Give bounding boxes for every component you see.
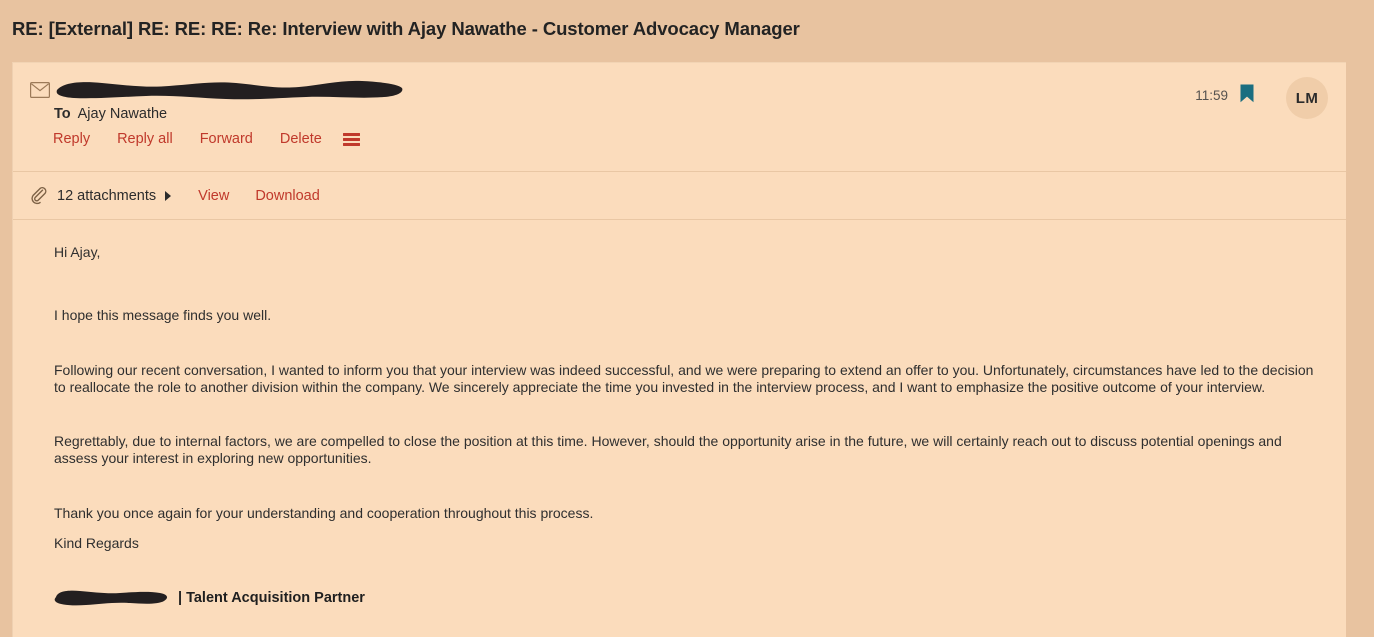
- signature-role: | Talent Acquisition Partner: [178, 589, 365, 606]
- attachment-bar: 12 attachments View Download: [13, 172, 1346, 220]
- triangle-right-icon[interactable]: [165, 190, 172, 201]
- body-paragraph-3: Regrettably, due to internal factors, we…: [54, 433, 1282, 466]
- body-paragraph-4: Thank you once again for your understand…: [54, 505, 594, 521]
- avatar[interactable]: LM: [1286, 77, 1328, 119]
- envelope-icon: [30, 82, 50, 98]
- reading-pane: To Ajay Nawathe Reply Reply all Forward D…: [12, 62, 1346, 637]
- reply-all-link[interactable]: Reply all: [117, 131, 187, 147]
- page-title: RE: [External] RE: RE: RE: Re: Interview…: [12, 18, 800, 39]
- body-paragraph-1: I hope this message finds you well.: [54, 307, 272, 323]
- message-actions: Reply Reply all Forward Delete: [53, 131, 360, 147]
- subject-bar: RE: [External] RE: RE: RE: Re: Interview…: [0, 0, 1374, 58]
- recipient-line: To Ajay Nawathe: [54, 106, 167, 122]
- signature-name-redaction: [54, 590, 168, 606]
- reply-link[interactable]: Reply: [53, 131, 104, 147]
- attachment-view-link[interactable]: View: [198, 188, 229, 204]
- avatar-initials: LM: [1295, 89, 1319, 107]
- body-sign-off: Kind Regards: [54, 535, 139, 551]
- bookmark-flag-icon[interactable]: [1240, 84, 1254, 103]
- delete-link[interactable]: Delete: [280, 131, 336, 147]
- to-recipient: Ajay Nawathe: [77, 106, 168, 122]
- body-greeting: Hi Ajay,: [54, 244, 101, 260]
- attachment-count-label: 12 attachments: [57, 187, 157, 204]
- message-timestamp: 11:59: [1195, 88, 1228, 103]
- body-paragraph-2: Following our recent conversation, I wan…: [54, 362, 1314, 395]
- paperclip-icon: [31, 186, 47, 204]
- message-header: To Ajay Nawathe Reply Reply all Forward D…: [13, 63, 1346, 172]
- hamburger-menu-icon[interactable]: [342, 132, 360, 146]
- to-label: To: [54, 106, 71, 122]
- forward-link[interactable]: Forward: [200, 131, 267, 147]
- attachment-download-link[interactable]: Download: [255, 188, 320, 204]
- message-body: Hi Ajay, I hope this message finds you w…: [13, 220, 1346, 608]
- sender-name-redaction: [56, 80, 403, 100]
- signature-line: | Talent Acquisition Partner: [54, 588, 1316, 608]
